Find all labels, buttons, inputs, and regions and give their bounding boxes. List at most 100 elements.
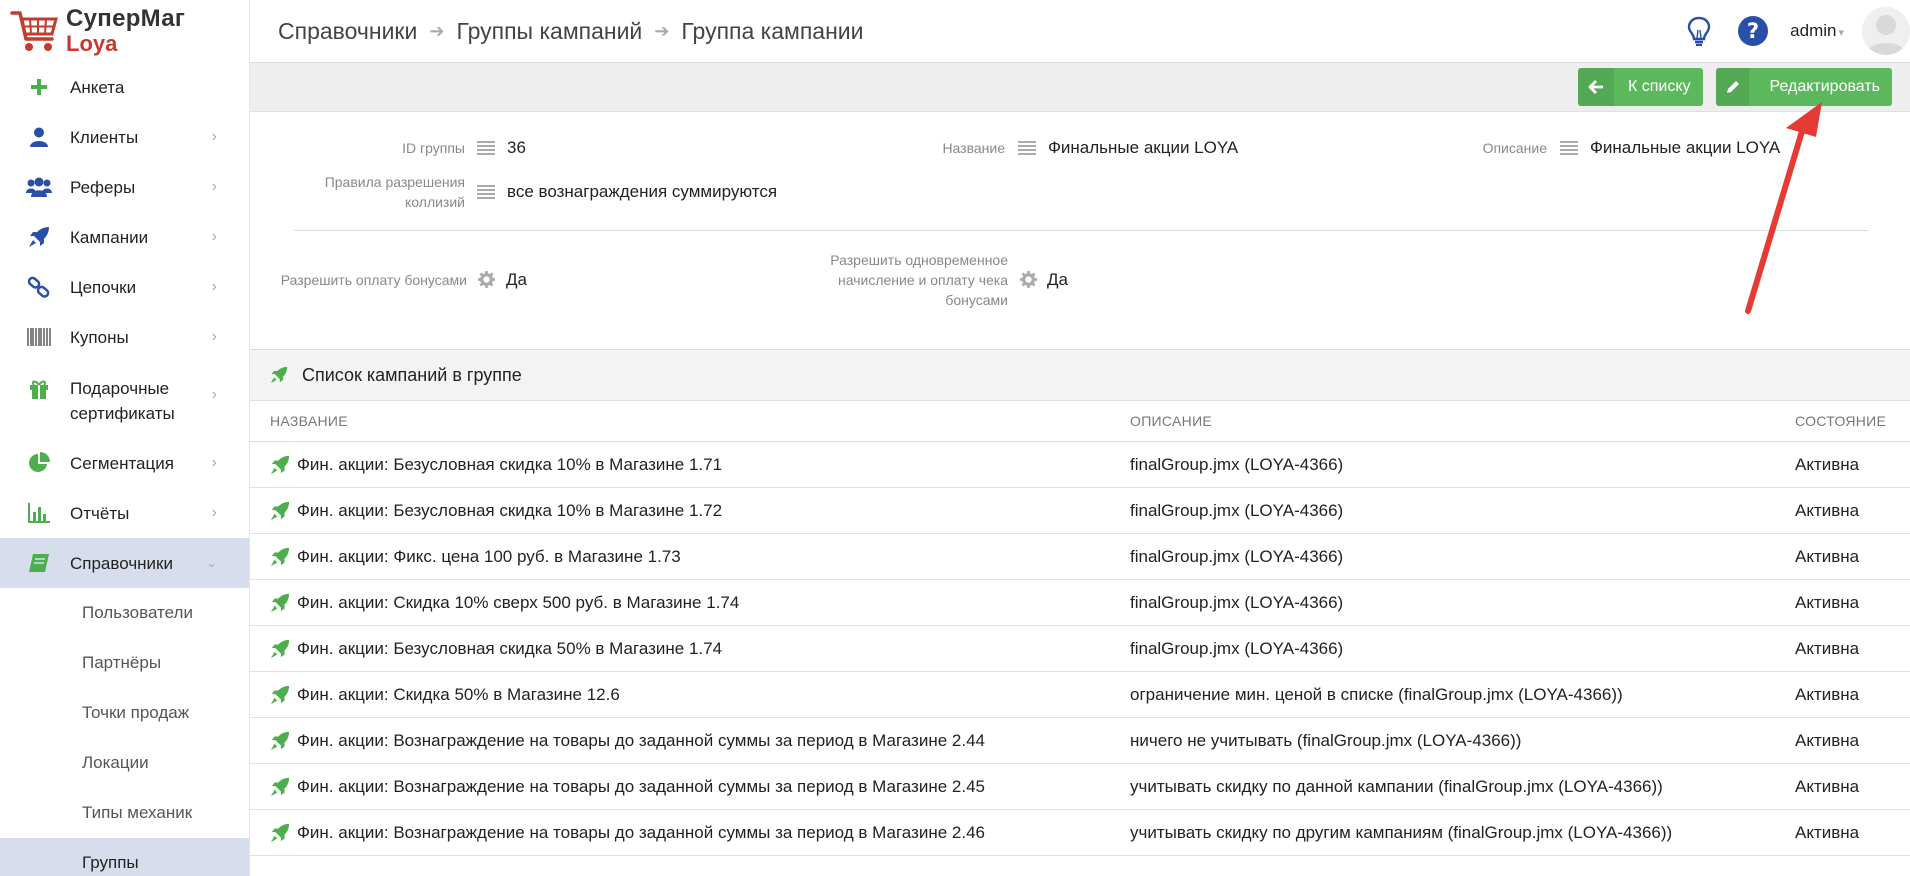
back-to-list-label: К списку xyxy=(1628,78,1691,95)
sidebar-subitem-partners[interactable]: Партнёры xyxy=(0,638,249,688)
campaign-name[interactable]: Фин. акции: Фикс. цена 100 руб. в Магази… xyxy=(297,547,681,567)
column-header-description[interactable]: ОПИСАНИЕ xyxy=(1130,413,1212,429)
column-header-state[interactable]: СОСТОЯНИЕ xyxy=(1795,413,1886,429)
campaign-name[interactable]: Фин. акции: Скидка 50% в Магазине 12.6 xyxy=(297,685,620,705)
breadcrumb-item-directories[interactable]: Справочники xyxy=(278,18,417,45)
table-row[interactable]: Фин. акции: Фикс. цена 100 руб. в Магази… xyxy=(250,534,1910,580)
sidebar-item-campaigns[interactable]: Кампании › xyxy=(0,212,249,262)
campaign-list-header: Список кампаний в группе xyxy=(250,349,1910,401)
campaign-name[interactable]: Фин. акции: Безусловная скидка 50% в Маг… xyxy=(297,639,722,659)
caret-down-icon: ▾ xyxy=(1838,27,1844,39)
campaign-description: finalGroup.jmx (LOYA-4366) xyxy=(1130,547,1344,566)
sidebar-item-referers[interactable]: Реферы › xyxy=(0,162,249,212)
campaign-description: ничего не учитывать (finalGroup.jmx (LOY… xyxy=(1130,731,1522,750)
rocket-icon xyxy=(270,823,290,848)
lightbulb-icon[interactable] xyxy=(1682,14,1716,48)
campaign-description: ограничение мин. ценой в списке (finalGr… xyxy=(1130,685,1623,704)
back-to-list-button[interactable]: К списку xyxy=(1578,68,1703,106)
name-value: Финальные акции LOYA xyxy=(1048,138,1239,157)
list-icon xyxy=(477,141,495,155)
campaign-name[interactable]: Фин. акции: Вознаграждение на товары до … xyxy=(297,777,985,797)
description-label: Описание xyxy=(1482,140,1547,156)
help-icon[interactable]: ? xyxy=(1736,14,1770,48)
campaign-name[interactable]: Фин. акции: Безусловная скидка 10% в Маг… xyxy=(297,501,722,521)
table-row[interactable]: Фин. акции: Безусловная скидка 10% в Маг… xyxy=(250,488,1910,534)
pencil-icon xyxy=(1716,68,1750,106)
campaign-state: Активна xyxy=(1795,593,1860,612)
campaign-state: Активна xyxy=(1795,731,1860,750)
sidebar-item-label: Подарочные сертификаты xyxy=(70,379,175,423)
arrow-left-icon xyxy=(1578,68,1614,106)
sidebar-subitem-mechanic-types[interactable]: Типы механик xyxy=(0,788,249,838)
edit-button[interactable]: Редактировать xyxy=(1716,68,1892,106)
description-value: Финальные акции LOYA xyxy=(1590,138,1781,157)
header: Справочники ➔ Группы кампаний ➔ Группа к… xyxy=(250,0,1910,63)
sidebar-item-segmentation[interactable]: Сегментация › xyxy=(0,438,249,488)
list-icon xyxy=(1018,141,1036,155)
campaign-state: Активна xyxy=(1795,639,1860,658)
sidebar-subitem-users[interactable]: Пользователи xyxy=(0,588,249,638)
campaign-name[interactable]: Фин. акции: Вознаграждение на товары до … xyxy=(297,731,985,751)
campaign-name[interactable]: Фин. акции: Вознаграждение на товары до … xyxy=(297,823,985,843)
campaign-state: Активна xyxy=(1795,501,1860,520)
barcode-icon xyxy=(26,326,52,348)
simultaneous-label: Разрешить одновременное начисление и опл… xyxy=(830,250,1008,310)
simultaneous-label-line: бонусами xyxy=(945,292,1008,308)
edit-label: Редактировать xyxy=(1769,78,1880,95)
user-menu[interactable]: admin ▾ xyxy=(1790,21,1844,41)
logo[interactable]: СуперМаг Loya xyxy=(0,0,249,62)
table-header: НАЗВАНИЕ ОПИСАНИЕ СОСТОЯНИЕ xyxy=(250,401,1910,442)
campaign-state: Активна xyxy=(1795,547,1860,566)
list-icon xyxy=(1560,141,1578,155)
sidebar-item-clients[interactable]: Клиенты › xyxy=(0,112,249,162)
name-label: Название xyxy=(942,140,1005,156)
campaign-description: учитывать скидку по данной кампании (fin… xyxy=(1130,777,1663,796)
table-row[interactable]: Фин. акции: Вознаграждение на товары до … xyxy=(250,810,1910,856)
sidebar-item-label: Клиенты xyxy=(70,127,139,147)
campaign-state: Активна xyxy=(1795,777,1860,796)
user-name: admin xyxy=(1790,21,1837,40)
sidebar-item-label: Купоны xyxy=(70,327,129,347)
table-row[interactable]: Фин. акции: Безусловная скидка 10% в Маг… xyxy=(250,442,1910,488)
table-row[interactable]: Фин. акции: Вознаграждение на товары до … xyxy=(250,764,1910,810)
rocket-icon xyxy=(270,593,290,618)
rocket-icon xyxy=(270,777,290,802)
avatar[interactable] xyxy=(1862,7,1910,55)
column-header-name[interactable]: НАЗВАНИЕ xyxy=(270,413,348,429)
sidebar-item-reports[interactable]: Отчёты › xyxy=(0,488,249,538)
sidebar-item-chains[interactable]: Цепочки › xyxy=(0,262,249,312)
sidebar-item-directories[interactable]: Справочники ⌄ xyxy=(0,538,249,588)
sidebar-item-coupons[interactable]: Купоны › xyxy=(0,312,249,362)
sidebar-nav: Анкета Клиенты › Реферы › Кампании › Цеп… xyxy=(0,62,249,588)
bonus-payment-label: Разрешить оплату бонусами xyxy=(280,272,467,288)
campaign-table-body: Фин. акции: Безусловная скидка 10% в Маг… xyxy=(250,442,1910,856)
book-icon xyxy=(26,552,52,574)
chevron-right-icon: › xyxy=(211,328,217,345)
users-icon xyxy=(26,176,52,198)
campaign-list-title: Список кампаний в группе xyxy=(302,364,522,385)
sidebar-subitem-groups[interactable]: Группы xyxy=(0,838,249,876)
chevron-right-icon: › xyxy=(211,228,217,245)
sidebar-subitem-sale-points[interactable]: Точки продаж xyxy=(0,688,249,738)
table-row[interactable]: Фин. акции: Безусловная скидка 50% в Маг… xyxy=(250,626,1910,672)
sidebar-subitem-locations[interactable]: Локации xyxy=(0,738,249,788)
sidebar-item-gift-certificates[interactable]: Подарочные сертификаты › xyxy=(0,362,249,438)
simultaneous-value: Да xyxy=(1047,270,1068,289)
campaign-name[interactable]: Фин. акции: Скидка 10% сверх 500 руб. в … xyxy=(297,593,739,613)
collision-rules-label-line: Правила разрешения xyxy=(324,174,465,190)
brand-name: СуперМаг xyxy=(66,5,186,32)
campaign-description: учитывать скидку по другим кампаниям (fi… xyxy=(1130,823,1673,842)
rocket-icon xyxy=(270,639,290,664)
campaign-description: finalGroup.jmx (LOYA-4366) xyxy=(1130,501,1344,520)
breadcrumb-item-campaign-groups[interactable]: Группы кампаний xyxy=(456,18,642,45)
table-row[interactable]: Фин. акции: Скидка 10% сверх 500 руб. в … xyxy=(250,580,1910,626)
list-icon xyxy=(477,185,495,199)
sidebar-item-anketa[interactable]: Анкета xyxy=(0,62,249,112)
campaign-name[interactable]: Фин. акции: Безусловная скидка 10% в Маг… xyxy=(297,455,722,475)
sidebar-item-label: Анкета xyxy=(70,77,125,97)
chevron-right-icon: › xyxy=(211,128,217,145)
table-row[interactable]: Фин. акции: Вознаграждение на товары до … xyxy=(250,718,1910,764)
table-row[interactable]: Фин. акции: Скидка 50% в Магазине 12.6 ог… xyxy=(250,672,1910,718)
collision-rules-label-line: коллизий xyxy=(405,194,465,210)
sidebar-item-label: Сегментация xyxy=(70,453,174,473)
